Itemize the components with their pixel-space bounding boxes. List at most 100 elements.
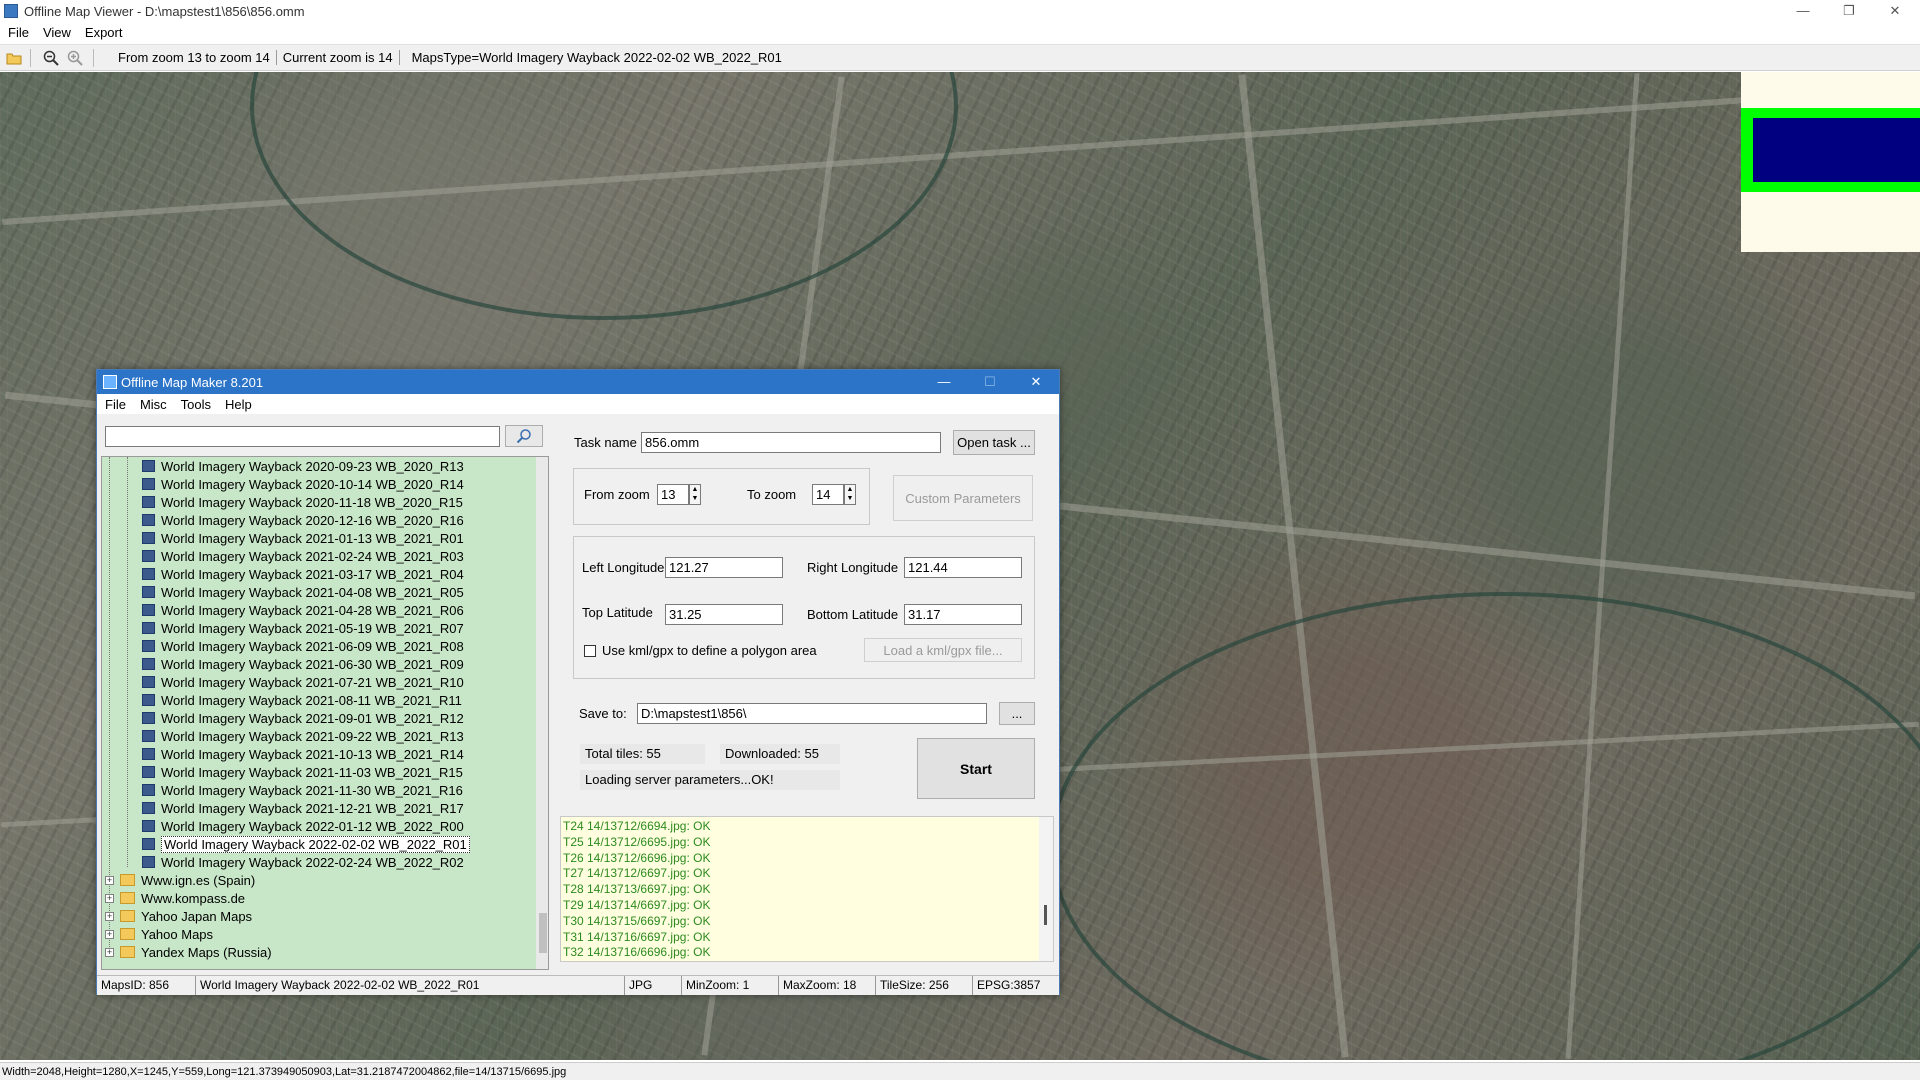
overview-map[interactable] [1741, 72, 1920, 252]
tree-layer-item[interactable]: World Imagery Wayback 2022-02-24 WB_2022… [142, 853, 464, 871]
expand-icon[interactable]: + [105, 947, 114, 957]
task-name-field[interactable]: 856.omm [641, 432, 941, 453]
load-kml-button: Load a kml/gpx file... [864, 638, 1022, 662]
bottom-latitude-field[interactable]: 31.17 [904, 604, 1022, 625]
from-zoom-spinner[interactable]: ▲ ▼ [689, 484, 701, 505]
map-search-button[interactable] [505, 425, 543, 447]
tree-layer-item[interactable]: World Imagery Wayback 2021-10-13 WB_2021… [142, 745, 464, 763]
minimize-button[interactable]: — [1780, 0, 1826, 22]
tree-scroll-thumb[interactable] [539, 913, 547, 953]
top-latitude-label: Top Latitude [582, 605, 653, 620]
tree-layer-item[interactable]: World Imagery Wayback 2022-02-02 WB_2022… [142, 835, 470, 853]
expand-icon[interactable]: + [105, 929, 114, 939]
right-longitude-field[interactable]: 121.44 [904, 557, 1022, 578]
folder-icon [120, 892, 135, 904]
map-layer-icon [142, 748, 155, 760]
map-layer-icon [142, 820, 155, 832]
expand-icon[interactable]: + [105, 911, 114, 921]
maker-menu-help[interactable]: Help [225, 397, 252, 412]
menu-file[interactable]: File [8, 25, 29, 40]
start-button[interactable]: Start [917, 738, 1035, 799]
save-to-field[interactable]: D:\mapstest1\856\ [637, 703, 987, 724]
use-kml-checkbox[interactable] [584, 645, 596, 657]
tree-layer-label: World Imagery Wayback 2021-11-30 WB_2021… [161, 782, 463, 798]
download-log[interactable]: T24 14/13712/6694.jpg: OK T25 14/13712/66… [560, 816, 1054, 962]
tree-layer-item[interactable]: World Imagery Wayback 2021-06-09 WB_2021… [142, 637, 464, 655]
maker-menu-misc[interactable]: Misc [140, 397, 167, 412]
map-layer-icon [142, 784, 155, 796]
maker-status-bar: MapsID: 856 World Imagery Wayback 2022-0… [97, 975, 1059, 995]
maker-menu-tools[interactable]: Tools [181, 397, 211, 412]
tree-layer-item[interactable]: World Imagery Wayback 2021-04-08 WB_2021… [142, 583, 464, 601]
map-layer-icon [142, 496, 155, 508]
menu-export[interactable]: Export [85, 25, 123, 40]
tree-layer-item[interactable]: World Imagery Wayback 2021-03-17 WB_2021… [142, 565, 464, 583]
tree-layer-item[interactable]: World Imagery Wayback 2021-07-21 WB_2021… [142, 673, 464, 691]
tree-layer-label: World Imagery Wayback 2022-01-12 WB_2022… [161, 818, 464, 834]
browse-button[interactable]: ... [999, 702, 1035, 725]
map-layer-icon [142, 550, 155, 562]
tree-folder-item[interactable]: + Yandex Maps (Russia) [105, 943, 272, 961]
tree-layer-item[interactable]: World Imagery Wayback 2020-11-18 WB_2020… [142, 493, 463, 511]
maker-minimize-button[interactable]: — [921, 370, 967, 394]
tree-folder-item[interactable]: + Yahoo Japan Maps [105, 907, 252, 925]
tree-folder-label: Www.ign.es (Spain) [141, 872, 256, 888]
tree-layer-label: World Imagery Wayback 2021-07-21 WB_2021… [161, 674, 464, 690]
map-search-input[interactable] [105, 426, 500, 447]
tree-layer-label: World Imagery Wayback 2021-06-09 WB_2021… [161, 638, 464, 654]
maker-title: Offline Map Maker 8.201 [121, 374, 264, 390]
menu-view[interactable]: View [43, 25, 71, 40]
tree-layer-item[interactable]: World Imagery Wayback 2020-12-16 WB_2020… [142, 511, 464, 529]
top-latitude-field[interactable]: 31.25 [665, 604, 783, 625]
maps-type-text: MapsType=World Imagery Wayback 2022-02-0… [411, 50, 782, 65]
to-zoom-field[interactable]: 14 [812, 484, 844, 505]
tree-layer-item[interactable]: World Imagery Wayback 2021-04-28 WB_2021… [142, 601, 464, 619]
maker-close-button[interactable]: ✕ [1013, 370, 1059, 394]
tree-layer-item[interactable]: World Imagery Wayback 2021-05-19 WB_2021… [142, 619, 464, 637]
from-zoom-field[interactable]: 13 [657, 484, 689, 505]
tree-layer-item[interactable]: World Imagery Wayback 2022-01-12 WB_2022… [142, 817, 464, 835]
tree-layer-label: World Imagery Wayback 2021-09-01 WB_2021… [161, 710, 464, 726]
restore-button[interactable]: ❐ [1826, 0, 1872, 22]
tree-layer-item[interactable]: World Imagery Wayback 2021-02-24 WB_2021… [142, 547, 464, 565]
to-zoom-label: To zoom [747, 487, 797, 502]
left-longitude-field[interactable]: 121.27 [665, 557, 783, 578]
tree-layer-label: World Imagery Wayback 2020-12-16 WB_2020… [161, 512, 464, 528]
open-task-button[interactable]: Open task ... [953, 430, 1035, 455]
tree-layer-item[interactable]: World Imagery Wayback 2020-10-14 WB_2020… [142, 475, 464, 493]
tree-layer-item[interactable]: World Imagery Wayback 2021-09-22 WB_2021… [142, 727, 464, 745]
maps-tree[interactable]: World Imagery Wayback 2020-09-23 WB_2020… [101, 456, 549, 970]
tree-layer-label: World Imagery Wayback 2022-02-24 WB_2022… [161, 854, 464, 870]
expand-icon[interactable]: + [105, 893, 114, 903]
tree-folder-item[interactable]: + Yahoo Maps [105, 925, 213, 943]
tree-layer-item[interactable]: World Imagery Wayback 2021-08-11 WB_2021… [142, 691, 462, 709]
zoom-out-icon[interactable] [41, 48, 61, 68]
tree-layer-item[interactable]: World Imagery Wayback 2020-09-23 WB_2020… [142, 457, 464, 475]
log-scroll-thumb[interactable] [1044, 905, 1047, 925]
to-zoom-spinner[interactable]: ▲ ▼ [844, 484, 856, 505]
tree-layer-item[interactable]: World Imagery Wayback 2021-09-01 WB_2021… [142, 709, 464, 727]
map-layer-icon [142, 802, 155, 814]
folder-icon [120, 910, 135, 922]
log-line: T28 14/13713/6697.jpg: OK [563, 882, 711, 897]
folder-icon [120, 928, 135, 940]
tree-layer-item[interactable]: World Imagery Wayback 2021-11-03 WB_2021… [142, 763, 463, 781]
log-line: T31 14/13716/6697.jpg: OK [563, 929, 711, 944]
left-longitude-label: Left Longitude [582, 560, 665, 575]
zoom-in-icon[interactable] [65, 48, 85, 68]
maker-menu-file[interactable]: File [105, 397, 126, 412]
log-line: T27 14/13712/6697.jpg: OK [563, 866, 711, 881]
map-layer-icon [142, 838, 155, 850]
tree-folder-item[interactable]: + Www.kompass.de [105, 889, 245, 907]
tree-layer-item[interactable]: World Imagery Wayback 2021-12-21 WB_2021… [142, 799, 464, 817]
tree-layer-item[interactable]: World Imagery Wayback 2021-06-30 WB_2021… [142, 655, 464, 673]
close-button[interactable]: ✕ [1872, 0, 1918, 22]
tree-layer-item[interactable]: World Imagery Wayback 2021-11-30 WB_2021… [142, 781, 463, 799]
tree-layer-item[interactable]: World Imagery Wayback 2021-01-13 WB_2021… [142, 529, 464, 547]
open-folder-icon[interactable] [4, 48, 24, 68]
tree-folder-item[interactable]: + Www.ign.es (Spain) [105, 871, 255, 889]
expand-icon[interactable]: + [105, 875, 114, 885]
tree-layer-label: World Imagery Wayback 2022-02-02 WB_2022… [161, 835, 470, 853]
tree-scrollbar[interactable] [536, 457, 548, 969]
log-scrollbar[interactable] [1039, 817, 1053, 961]
